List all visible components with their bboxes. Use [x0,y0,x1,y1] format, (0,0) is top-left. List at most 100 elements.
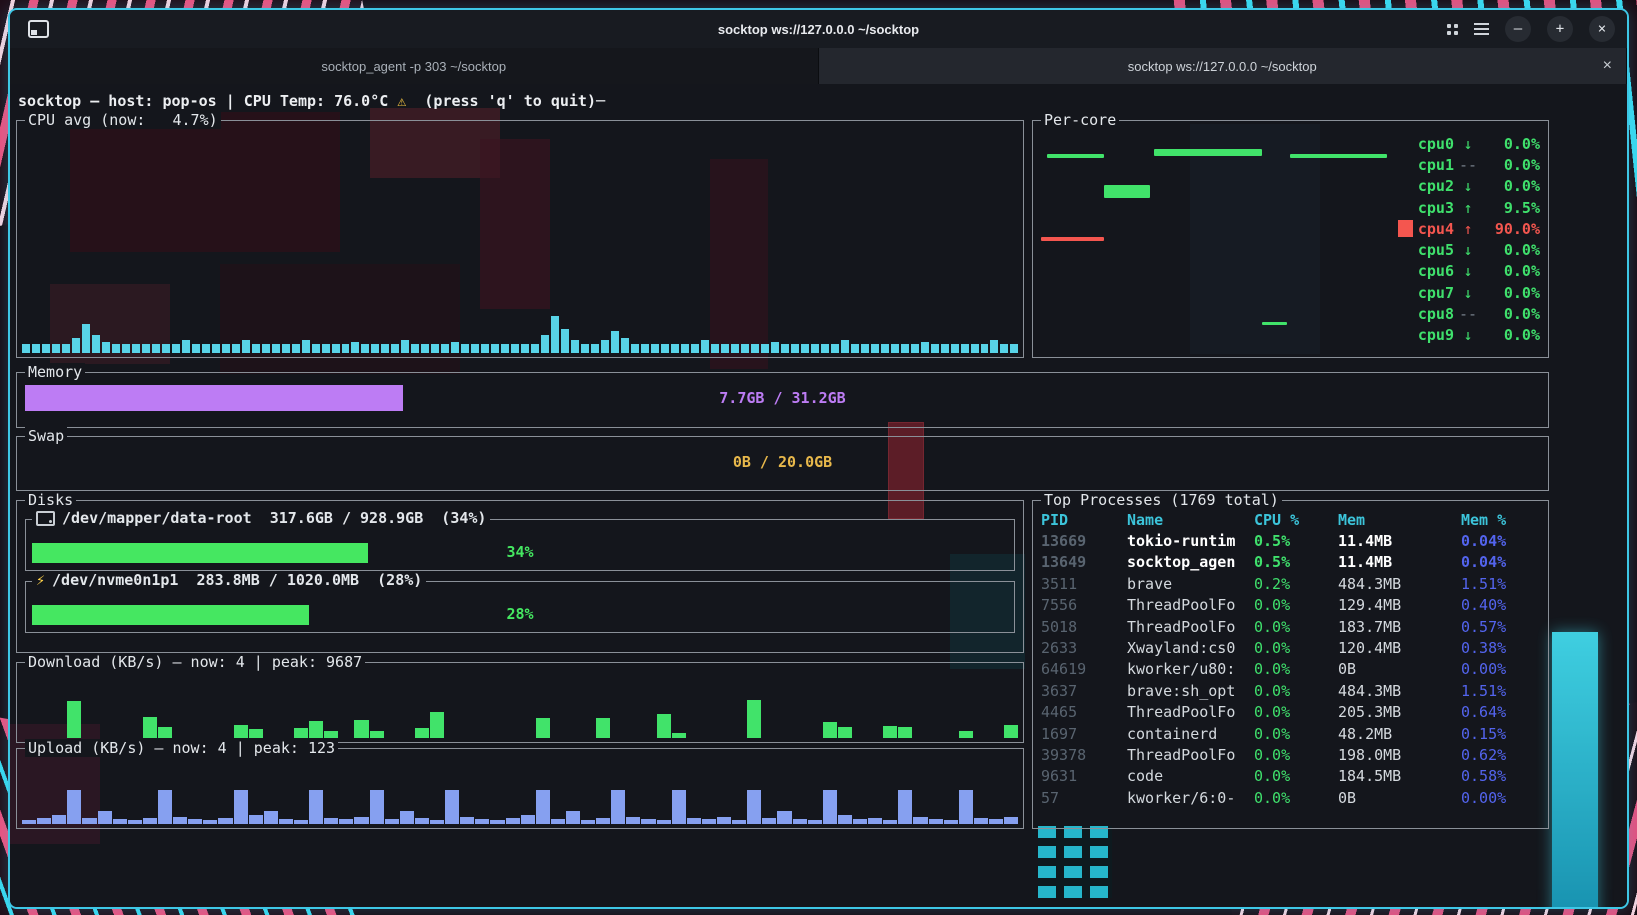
upload-bar [898,790,912,824]
process-cell: 11.4MB [1338,553,1461,571]
cpu-history-bar [941,344,949,353]
process-cell: 0.0% [1254,767,1338,785]
processes-panel: Top Processes (1769 total) PIDNameCPU %M… [1032,500,1549,829]
cpu-history-bar [242,340,250,353]
upload-bar [521,815,535,824]
cpu-history-bar [72,338,80,353]
cpu-history-bar [531,344,539,353]
core-row: cpu6↓0.0% [1398,261,1540,282]
hamburger-menu-icon[interactable] [1474,23,1489,35]
process-cell: 184.5MB [1338,767,1461,785]
process-row: 64619kworker/u80:0.0%0B0.00% [1041,659,1543,680]
upload-bar [445,790,459,824]
process-row: 1697containerd0.0%48.2MB0.15% [1041,723,1543,744]
cpu-history-bar [471,344,479,353]
titlebar[interactable]: socktop ws://127.0.0.0 ~/socktop — + × [10,10,1627,48]
core-name: cpu6 [1418,262,1454,280]
process-cell: 120.4MB [1338,639,1461,657]
cpu-history-bar [351,342,359,353]
grid-menu-icon[interactable] [1447,24,1458,35]
cpu-history-bar [172,344,180,353]
core-name: cpu4 [1418,220,1454,238]
cpu-history-bar [881,344,889,353]
upload-bar [657,820,671,824]
memory-panel: Memory 7.7GB / 31.2GB [16,372,1549,428]
tab-socktop-active[interactable]: socktop ws://127.0.0.0 ~/socktop × [819,48,1628,84]
column-header: CPU % [1254,511,1338,529]
process-cell: 0.40% [1461,596,1543,614]
upload-bar [913,817,927,824]
cpu-history-bar [272,344,280,353]
cpu-history-bar [192,344,200,353]
per-core-list: cpu0↓0.0%cpu1--0.0%cpu2↓0.0%cpu3↑9.5%cpu… [1398,133,1540,346]
core-name: cpu5 [1418,241,1454,259]
core-usage-value: 90.0% [1482,220,1540,238]
download-bar [143,717,157,738]
process-cell: tokio-runtim [1127,532,1254,550]
process-cell: 0.0% [1254,639,1338,657]
core-trend-icon: ↓ [1454,326,1482,344]
swap-panel-title: Swap [25,427,67,445]
process-row: 4465ThreadPoolFo0.0%205.3MB0.64% [1041,702,1543,723]
cpu-history-bar [761,344,769,353]
process-table-header: PIDNameCPU %MemMem % [1041,509,1543,530]
upload-bar [98,811,112,824]
core-spark-segment [1262,322,1287,325]
process-cell: brave:sh_opt [1127,682,1254,700]
cpu-history-bar [671,344,679,353]
cpu-history-bar [451,342,459,353]
upload-bar [354,817,368,824]
column-header: Mem % [1461,511,1543,529]
core-row: cpu8--0.0% [1398,303,1540,324]
upload-bar [309,790,323,824]
core-hot-indicator [1398,220,1413,237]
disk-percent-label: 34% [26,543,1014,561]
core-usage-value: 0.0% [1482,305,1540,323]
upload-bar [203,820,217,824]
upload-bar [490,820,504,824]
core-row: cpu0↓0.0% [1398,133,1540,154]
terminal-screen[interactable]: socktop — host: pop-os | CPU Temp: 76.0°… [10,84,1627,907]
process-cell: 129.4MB [1338,596,1461,614]
upload-bar [294,820,308,824]
process-cell: 1697 [1041,725,1127,743]
tab-bar: socktop_agent -p 303 ~/socktop socktop w… [10,48,1627,84]
cpu-history-bar [661,344,669,353]
cpu-history-bar [1000,344,1008,353]
cpu-history-bar [262,344,270,353]
app-icon[interactable] [28,20,49,38]
process-cell: 2633 [1041,639,1127,657]
upload-bar [158,790,172,824]
download-bar [838,727,852,738]
core-usage-value: 9.5% [1482,199,1540,217]
process-cell: ThreadPoolFo [1127,596,1254,614]
core-trend-icon: ↓ [1454,241,1482,259]
cpu-history-bar [521,344,529,353]
upload-bar [868,818,882,824]
download-bar [596,718,610,738]
cpu-history-bar [371,344,379,353]
tab-close-icon[interactable]: × [1603,58,1612,74]
process-cell: 0.0% [1254,618,1338,636]
warning-icon: ⚠ [397,92,406,110]
upload-bar [566,811,580,824]
close-button[interactable]: × [1589,16,1615,42]
core-spark-segment [1290,154,1387,158]
core-trend-icon: ↓ [1454,262,1482,280]
core-trend-icon: -- [1454,156,1482,174]
upload-bar [536,790,550,824]
core-name: cpu8 [1418,305,1454,323]
process-row: 2633Xwayland:cs00.0%120.4MB0.38% [1041,637,1543,658]
disks-panel: Disks /dev/mapper/data-root 317.6GB / 92… [16,500,1024,653]
cpu-history-bar [771,342,779,353]
maximize-button[interactable]: + [1547,16,1573,42]
download-bar [67,701,81,738]
process-cell: 0.0% [1254,682,1338,700]
tab-socktop-agent[interactable]: socktop_agent -p 303 ~/socktop [10,48,819,84]
download-bar [883,726,897,738]
cpu-history-bar [561,329,569,353]
cpu-history-bar [841,340,849,353]
disk-title: ⚡/dev/nvme0n1p1 283.8MB / 1020.0MB (28%) [32,571,426,589]
upload-bar [370,790,384,824]
minimize-button[interactable]: — [1505,16,1531,42]
